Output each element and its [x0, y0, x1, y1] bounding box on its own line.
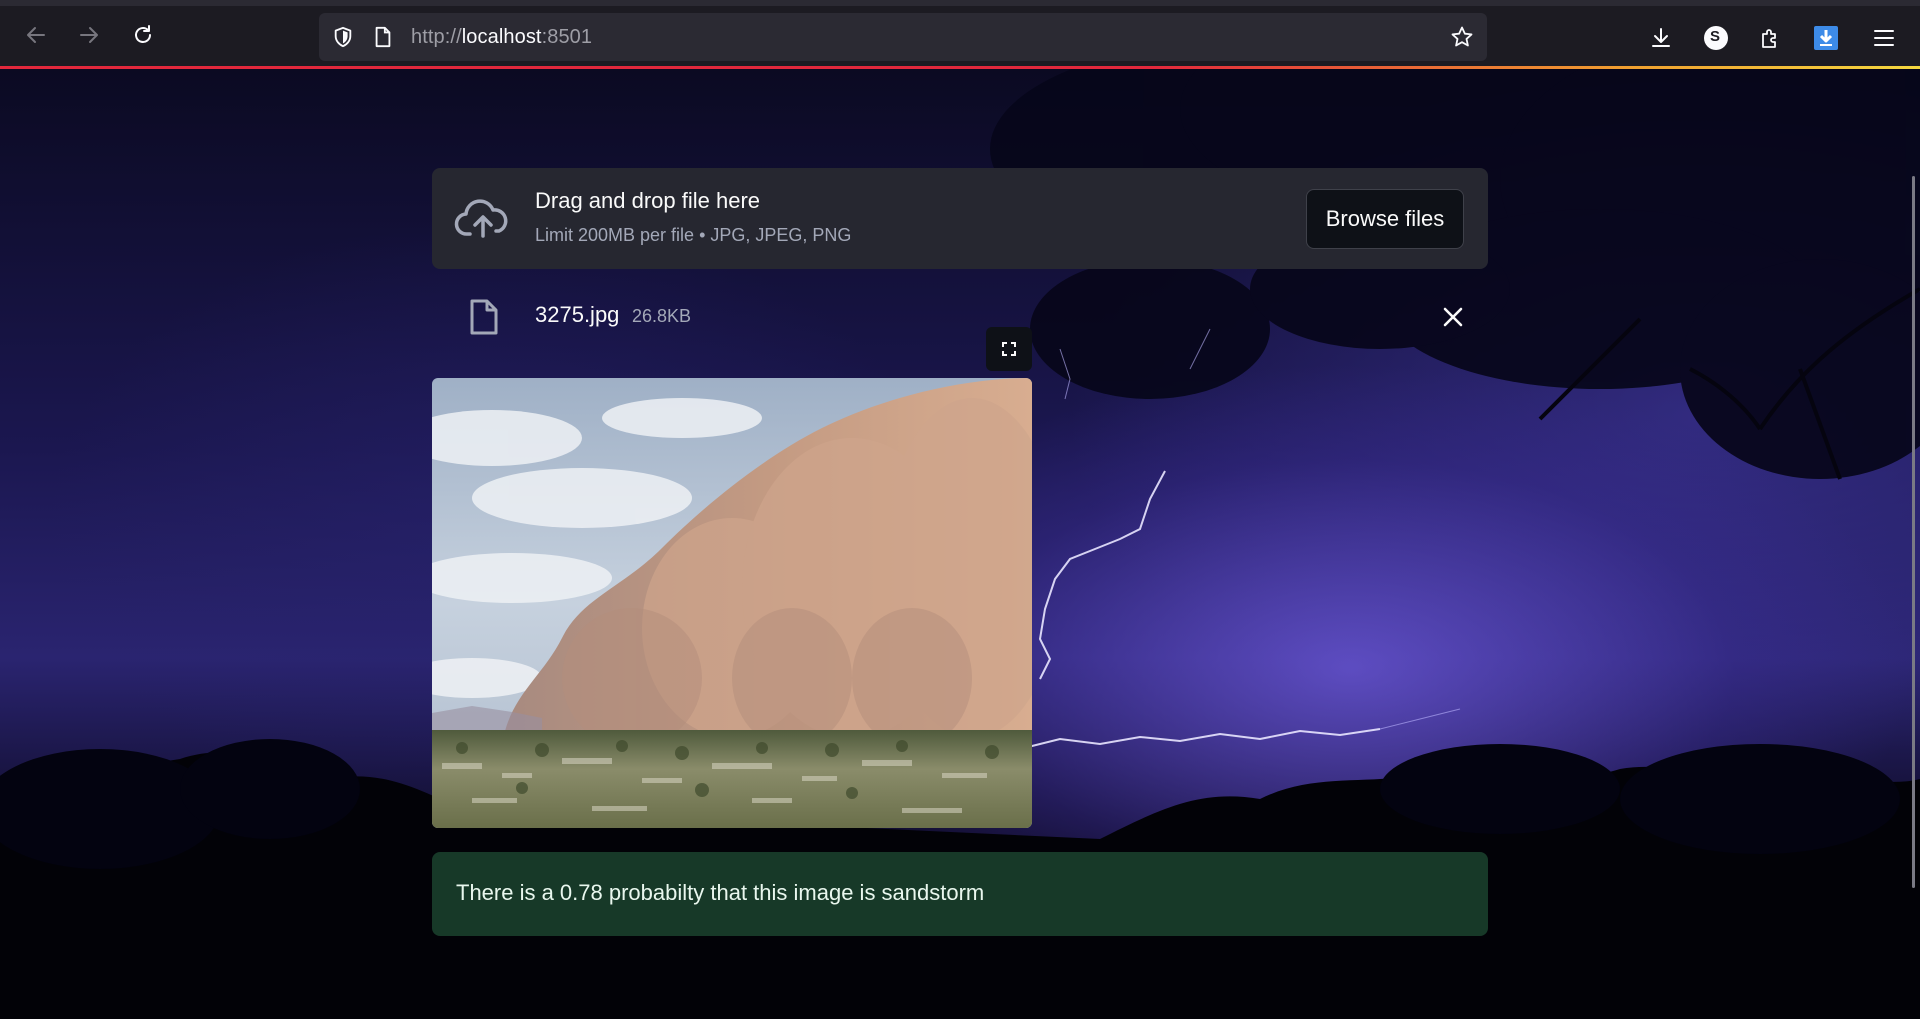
url-scheme: http://	[411, 26, 462, 48]
file-size: 26.8KB	[632, 306, 692, 326]
browser-toolbar: http://localhost:8501 S	[0, 0, 1920, 68]
page-scrollbar[interactable]	[1912, 176, 1915, 888]
back-arrow-icon	[27, 27, 45, 43]
close-icon	[1443, 307, 1463, 327]
forward-arrow-icon	[80, 27, 98, 43]
fullscreen-icon	[1002, 342, 1016, 356]
url-port: :8501	[541, 26, 593, 48]
url-text[interactable]: http://localhost:8501	[411, 26, 592, 49]
extension-download-icon	[1814, 26, 1838, 50]
downloads-button[interactable]	[1646, 23, 1676, 53]
extension-button[interactable]	[1811, 23, 1841, 53]
file-icon	[470, 299, 498, 335]
account-button[interactable]: S	[1701, 23, 1731, 53]
forward-button[interactable]	[72, 18, 106, 52]
prediction-success-alert: There is a 0.78 probabilty that this ima…	[432, 852, 1488, 936]
page-icon[interactable]	[371, 25, 395, 49]
shield-icon[interactable]	[331, 25, 355, 49]
bookmark-star-button[interactable]	[1450, 25, 1474, 49]
star-icon	[1451, 26, 1473, 47]
download-icon	[1652, 28, 1670, 47]
uploaded-image-preview	[432, 378, 1032, 828]
back-button[interactable]	[19, 18, 53, 52]
remove-file-button[interactable]	[1438, 302, 1468, 332]
extensions-button[interactable]	[1755, 23, 1785, 53]
address-bar[interactable]: http://localhost:8501	[319, 13, 1487, 61]
reload-button[interactable]	[126, 18, 160, 52]
uploaded-file-row: 3275.jpg 26.8KB	[432, 290, 1488, 342]
reload-icon	[135, 25, 151, 43]
sandstorm-image	[432, 378, 1032, 828]
puzzle-icon	[1762, 29, 1776, 48]
file-name: 3275.jpg	[535, 302, 620, 327]
prediction-message: There is a 0.78 probabilty that this ima…	[456, 880, 985, 905]
account-initial: S	[1710, 28, 1721, 45]
dropzone-title: Drag and drop file here	[535, 188, 761, 213]
browse-files-button[interactable]: Browse files	[1306, 189, 1464, 249]
hamburger-menu-icon	[1874, 30, 1894, 46]
file-dropzone[interactable]: Drag and drop file here Limit 200MB per …	[432, 168, 1488, 269]
menu-button[interactable]	[1869, 23, 1899, 53]
fullscreen-button[interactable]	[986, 327, 1032, 371]
url-host: localhost	[461, 26, 542, 48]
cloud-upload-icon	[454, 199, 508, 238]
dropzone-hint: Limit 200MB per file • JPG, JPEG, PNG	[535, 225, 852, 245]
